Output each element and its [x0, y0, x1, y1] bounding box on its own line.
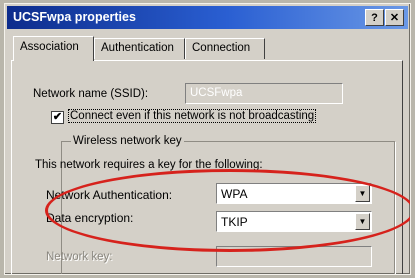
- tab-label: Authentication: [101, 42, 174, 54]
- tab-association[interactable]: Association: [13, 36, 94, 61]
- broadcast-checkbox[interactable]: ✔: [51, 111, 64, 124]
- network-auth-value: WPA: [221, 187, 248, 201]
- title-bar[interactable]: UCSFwpa properties ? ✕: [7, 6, 408, 29]
- close-button[interactable]: ✕: [385, 9, 404, 26]
- data-encryption-select[interactable]: TKIP ▼: [216, 211, 372, 232]
- network-auth-select[interactable]: WPA ▼: [216, 183, 372, 204]
- chevron-down-icon[interactable]: ▼: [355, 213, 370, 230]
- network-key-field: [216, 246, 372, 267]
- data-encryption-value: TKIP: [221, 215, 248, 229]
- tab-authentication[interactable]: Authentication: [94, 38, 185, 59]
- network-key-label: Network key:: [46, 251, 113, 263]
- properties-dialog: UCSFwpa properties ? ✕ Association Authe…: [4, 3, 411, 275]
- ssid-field: UCSFwpa: [185, 83, 343, 104]
- broadcast-checkbox-label[interactable]: Connect even if this network is not broa…: [67, 109, 317, 123]
- tab-label: Association: [20, 41, 79, 53]
- tab-connection[interactable]: Connection: [185, 38, 265, 59]
- wireless-key-group-label: Wireless network key: [71, 135, 184, 147]
- tab-label: Connection: [192, 42, 251, 54]
- network-auth-label: Network Authentication:: [46, 188, 173, 202]
- help-button[interactable]: ?: [365, 9, 384, 26]
- window-title: UCSFwpa properties: [13, 10, 136, 24]
- data-encryption-label: Data encryption:: [46, 211, 134, 225]
- chevron-down-icon[interactable]: ▼: [355, 185, 370, 202]
- ssid-label: Network name (SSID):: [33, 88, 149, 100]
- requires-key-text: This network requires a key for the foll…: [35, 159, 263, 171]
